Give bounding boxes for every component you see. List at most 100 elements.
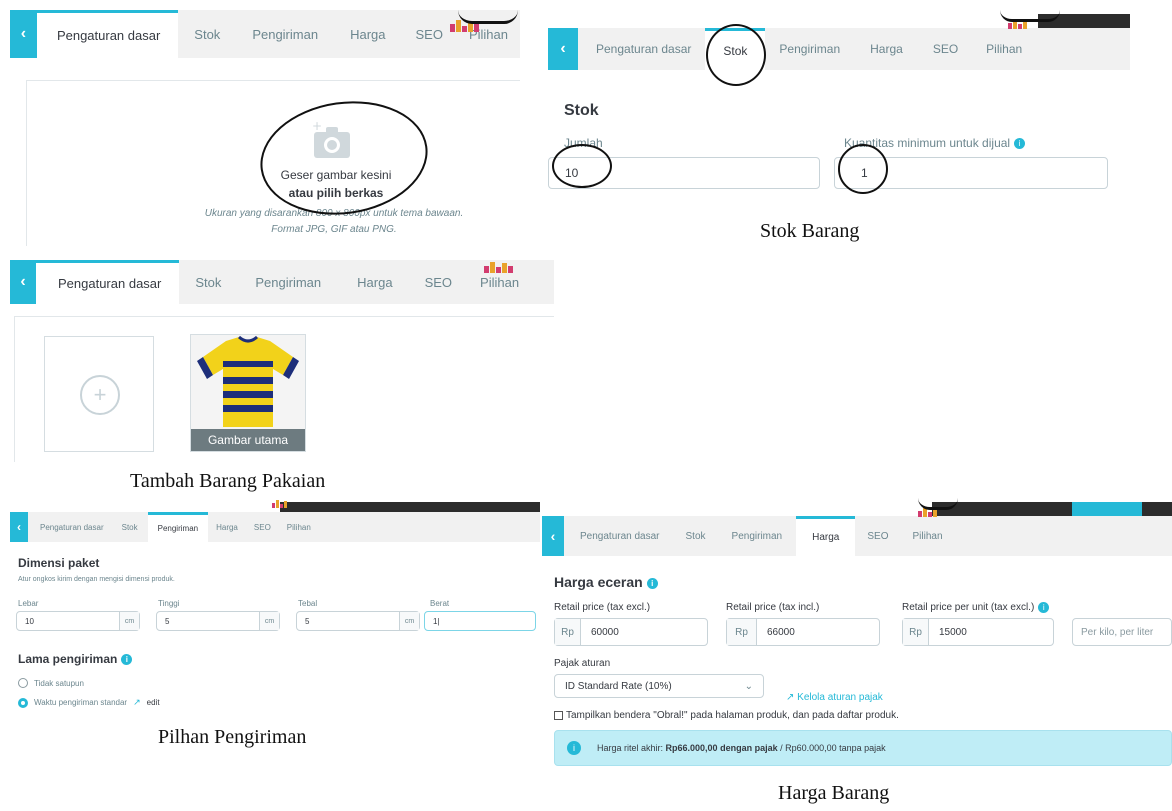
back-button[interactable]: ‹ bbox=[542, 516, 564, 556]
sale-flag-label: Tampilkan bendera "Obral!" pada halaman … bbox=[566, 710, 899, 721]
tax-rule-select[interactable]: ID Standard Rate (10%) ⌄ bbox=[554, 674, 764, 698]
final-price-suffix: / Rp60.000,00 tanpa pajak bbox=[777, 743, 886, 753]
tab-seo[interactable]: SEO bbox=[402, 10, 457, 58]
tab-options[interactable]: Pilihan bbox=[279, 512, 319, 542]
images-panel: ‹ Pengaturan dasar Stok Pengiriman Harga… bbox=[10, 260, 554, 462]
tab-seo[interactable]: SEO bbox=[411, 260, 466, 304]
logo-icon bbox=[272, 500, 287, 508]
tab-pricing[interactable]: Harga bbox=[796, 516, 856, 556]
weight-label: Berat bbox=[430, 599, 450, 608]
currency-addon: Rp bbox=[727, 619, 757, 645]
tab-basic-settings[interactable]: Pengaturan dasar bbox=[564, 516, 674, 556]
tab-pricing[interactable]: Harga bbox=[854, 28, 919, 70]
tab-shipping[interactable]: Pengiriman bbox=[147, 512, 209, 542]
caption-shipping: Pilhan Pengiriman bbox=[158, 726, 307, 748]
info-icon[interactable]: i bbox=[1038, 602, 1050, 613]
tax-rule-value: ID Standard Rate (10%) bbox=[565, 680, 672, 692]
height-input[interactable]: 5 cm bbox=[156, 611, 280, 631]
annotation-mark bbox=[918, 498, 958, 510]
tab-shipping[interactable]: Pengiriman bbox=[237, 260, 339, 304]
pricing-panel: ‹ Pengaturan dasar Stok Pengiriman Harga… bbox=[542, 498, 1172, 770]
height-label: Tinggi bbox=[158, 599, 180, 608]
tab-pricing[interactable]: Harga bbox=[339, 260, 410, 304]
tab-basic-settings[interactable]: Pengaturan dasar bbox=[578, 28, 705, 70]
retail-excl-label: Retail price (tax excl.) bbox=[554, 602, 651, 613]
depth-label: Tebal bbox=[298, 599, 318, 608]
external-link-icon[interactable]: ↗ bbox=[133, 697, 141, 708]
caption-clothing: Tambah Barang Pakaian bbox=[130, 470, 326, 492]
depth-input[interactable]: 5 cm bbox=[296, 611, 420, 631]
top-dark-bar bbox=[280, 502, 540, 512]
info-icon[interactable]: i bbox=[121, 654, 133, 666]
back-button[interactable]: ‹ bbox=[10, 260, 36, 304]
unit-price-value: 15000 bbox=[939, 626, 967, 638]
tab-seo[interactable]: SEO bbox=[246, 512, 279, 542]
back-button[interactable]: ‹ bbox=[10, 10, 37, 58]
retail-excl-input[interactable]: Rp 60000 bbox=[554, 618, 708, 646]
tab-basic-settings[interactable]: Pengaturan dasar bbox=[36, 260, 180, 304]
retail-price-title: Harga eceran i bbox=[554, 574, 658, 590]
manage-tax-link[interactable]: ↗ Kelola aturan pajak bbox=[786, 692, 883, 703]
annotation-circle bbox=[552, 144, 612, 188]
per-unit-placeholder: Per kilo, per liter bbox=[1081, 626, 1154, 638]
tab-shipping[interactable]: Pengiriman bbox=[718, 516, 797, 556]
tab-shipping[interactable]: Pengiriman bbox=[765, 28, 854, 70]
annotation-mark bbox=[458, 10, 518, 24]
info-icon[interactable]: i bbox=[1014, 138, 1026, 150]
sale-flag-checkbox[interactable] bbox=[554, 711, 563, 720]
tab-stock[interactable]: Stok bbox=[179, 260, 237, 304]
depth-unit: cm bbox=[399, 612, 419, 630]
width-value: 10 bbox=[25, 616, 34, 626]
retail-excl-value: 60000 bbox=[591, 626, 619, 638]
width-unit: cm bbox=[119, 612, 139, 630]
annotation-circle bbox=[838, 144, 888, 194]
tab-options[interactable]: Pilihan bbox=[901, 516, 955, 556]
final-price-banner: i Harga ritel akhir: Rp66.000,00 dengan … bbox=[554, 730, 1172, 766]
per-unit-input[interactable]: Per kilo, per liter bbox=[1072, 618, 1172, 646]
height-unit: cm bbox=[259, 612, 279, 630]
tab-bar: ‹ Pengaturan dasar Stok Pengiriman Harga… bbox=[10, 10, 520, 58]
manage-tax-link-text: Kelola aturan pajak bbox=[797, 692, 883, 703]
tab-stock[interactable]: Stok bbox=[178, 10, 236, 58]
radio-unchecked-icon[interactable] bbox=[18, 678, 28, 688]
external-link-icon: ↗ bbox=[786, 692, 798, 703]
unit-price-label: Retail price per unit (tax excl.) i bbox=[902, 602, 1050, 613]
tab-options[interactable]: Pilihan bbox=[972, 28, 1036, 70]
main-image-label: Gambar utama bbox=[191, 429, 305, 451]
tab-pricing[interactable]: Harga bbox=[208, 512, 246, 542]
stock-title: Stok bbox=[564, 102, 599, 119]
edit-link[interactable]: edit bbox=[147, 698, 160, 707]
unit-price-input[interactable]: Rp 15000 bbox=[902, 618, 1054, 646]
main-image-card[interactable]: Gambar utama bbox=[190, 334, 306, 452]
option-standard[interactable]: Waktu pengiriman standar ↗ edit bbox=[18, 697, 160, 708]
back-button[interactable]: ‹ bbox=[10, 512, 28, 542]
sale-flag-option[interactable]: Tampilkan bendera "Obral!" pada halaman … bbox=[554, 710, 899, 721]
depth-value: 5 bbox=[305, 616, 310, 626]
retail-price-title-text: Harga eceran bbox=[554, 574, 643, 590]
tab-seo[interactable]: SEO bbox=[855, 516, 900, 556]
width-input[interactable]: 10 cm bbox=[16, 611, 140, 631]
tab-basic-settings[interactable]: Pengaturan dasar bbox=[36, 10, 179, 58]
tab-bar: ‹ Pengaturan dasar Stok Pengiriman Harga… bbox=[10, 260, 554, 304]
weight-input[interactable]: 1| bbox=[424, 611, 536, 631]
shipping-panel: ‹ Pengaturan dasar Stok Pengiriman Harga… bbox=[10, 498, 540, 716]
tab-bar: ‹ Pengaturan dasar Stok Pengiriman Harga… bbox=[10, 512, 540, 542]
tab-shipping[interactable]: Pengiriman bbox=[236, 10, 334, 58]
caption-stock: Stok Barang bbox=[760, 220, 860, 242]
option-none[interactable]: Tidak satupun bbox=[18, 678, 84, 688]
tab-bar: ‹ Pengaturan dasar Stok Pengiriman Harga… bbox=[542, 516, 1172, 556]
tab-seo[interactable]: SEO bbox=[919, 28, 972, 70]
currency-addon: Rp bbox=[555, 619, 581, 645]
info-icon[interactable]: i bbox=[646, 577, 658, 589]
delivery-time-title: Lama pengiriman i bbox=[18, 652, 133, 666]
tab-stock[interactable]: Stok bbox=[674, 516, 718, 556]
back-button[interactable]: ‹ bbox=[548, 28, 578, 70]
caption-pricing: Harga Barang bbox=[778, 782, 890, 804]
retail-incl-input[interactable]: Rp 66000 bbox=[726, 618, 880, 646]
radio-checked-icon[interactable] bbox=[18, 697, 28, 708]
top-accent-button[interactable] bbox=[1072, 502, 1142, 516]
tab-pricing[interactable]: Harga bbox=[334, 10, 401, 58]
add-image-button[interactable]: + bbox=[44, 336, 154, 452]
tab-stock[interactable]: Stok bbox=[112, 512, 148, 542]
tab-basic-settings[interactable]: Pengaturan dasar bbox=[28, 512, 112, 542]
